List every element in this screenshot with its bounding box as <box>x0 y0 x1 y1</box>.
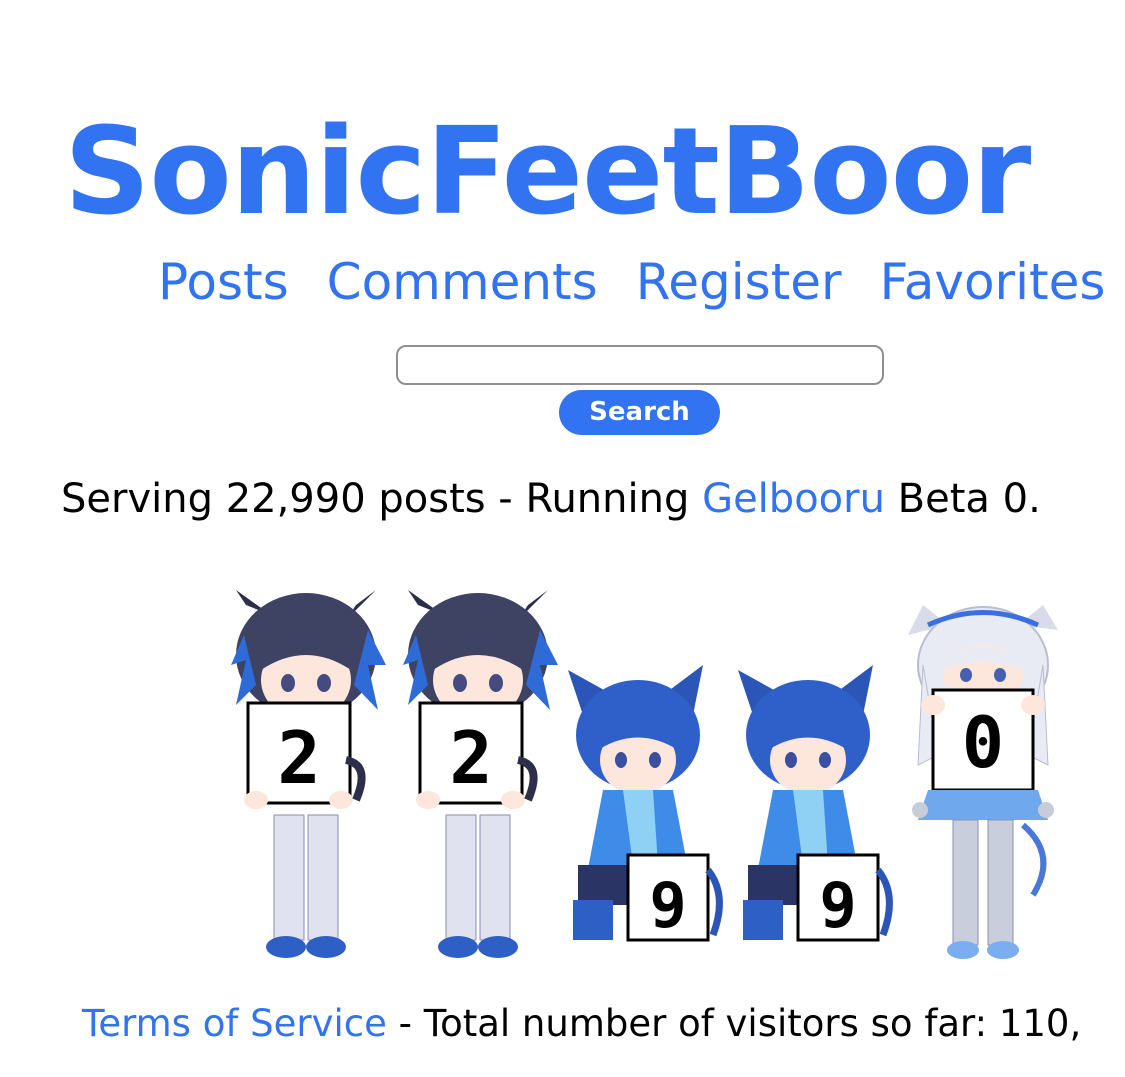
counter-digit-1: 2 <box>277 716 320 800</box>
nav-link-comments[interactable]: Comments <box>327 253 598 311</box>
search-button[interactable]: Search <box>559 390 720 435</box>
site-title[interactable]: SonicFeetBoor <box>64 98 1031 248</box>
counter-figure-5: 0 <box>908 605 1058 959</box>
page: SonicFeetBoor Posts Comments Register Favor… <box>0 0 1125 1077</box>
counter-digit-5: 0 <box>962 702 1004 784</box>
version-text: Beta 0. <box>884 476 1041 522</box>
counter-digit-2: 2 <box>449 716 492 800</box>
footer: Terms of Service - Total number of visit… <box>82 1000 1081 1048</box>
visitor-count-text: - Total number of visitors so far: 110, <box>386 1002 1082 1045</box>
post-count-line: Serving 22,990 posts - Running Gelbooru … <box>61 474 1041 524</box>
post-count-text: Serving 22,990 posts - Running <box>61 476 703 522</box>
nav-link-register[interactable]: Register <box>636 253 842 311</box>
search-input[interactable] <box>396 345 884 385</box>
gelbooru-link[interactable]: Gelbooru <box>702 476 885 522</box>
counter-digit-3: 9 <box>649 869 686 942</box>
counter-figure-3: 9 <box>568 665 723 942</box>
terms-of-service-link[interactable]: Terms of Service <box>82 1002 387 1045</box>
nav-link-posts[interactable]: Posts <box>158 253 289 311</box>
post-counter-image: 2 2 9 9 0 <box>218 585 1068 970</box>
counter-figure-1: 2 <box>231 590 386 958</box>
counter-digit-4: 9 <box>819 869 856 942</box>
counter-figure-2: 2 <box>403 590 558 958</box>
main-nav: Posts Comments Register Favorites <box>158 252 1125 312</box>
nav-link-favorites[interactable]: Favorites <box>880 253 1106 311</box>
counter-figure-4: 9 <box>738 665 893 942</box>
